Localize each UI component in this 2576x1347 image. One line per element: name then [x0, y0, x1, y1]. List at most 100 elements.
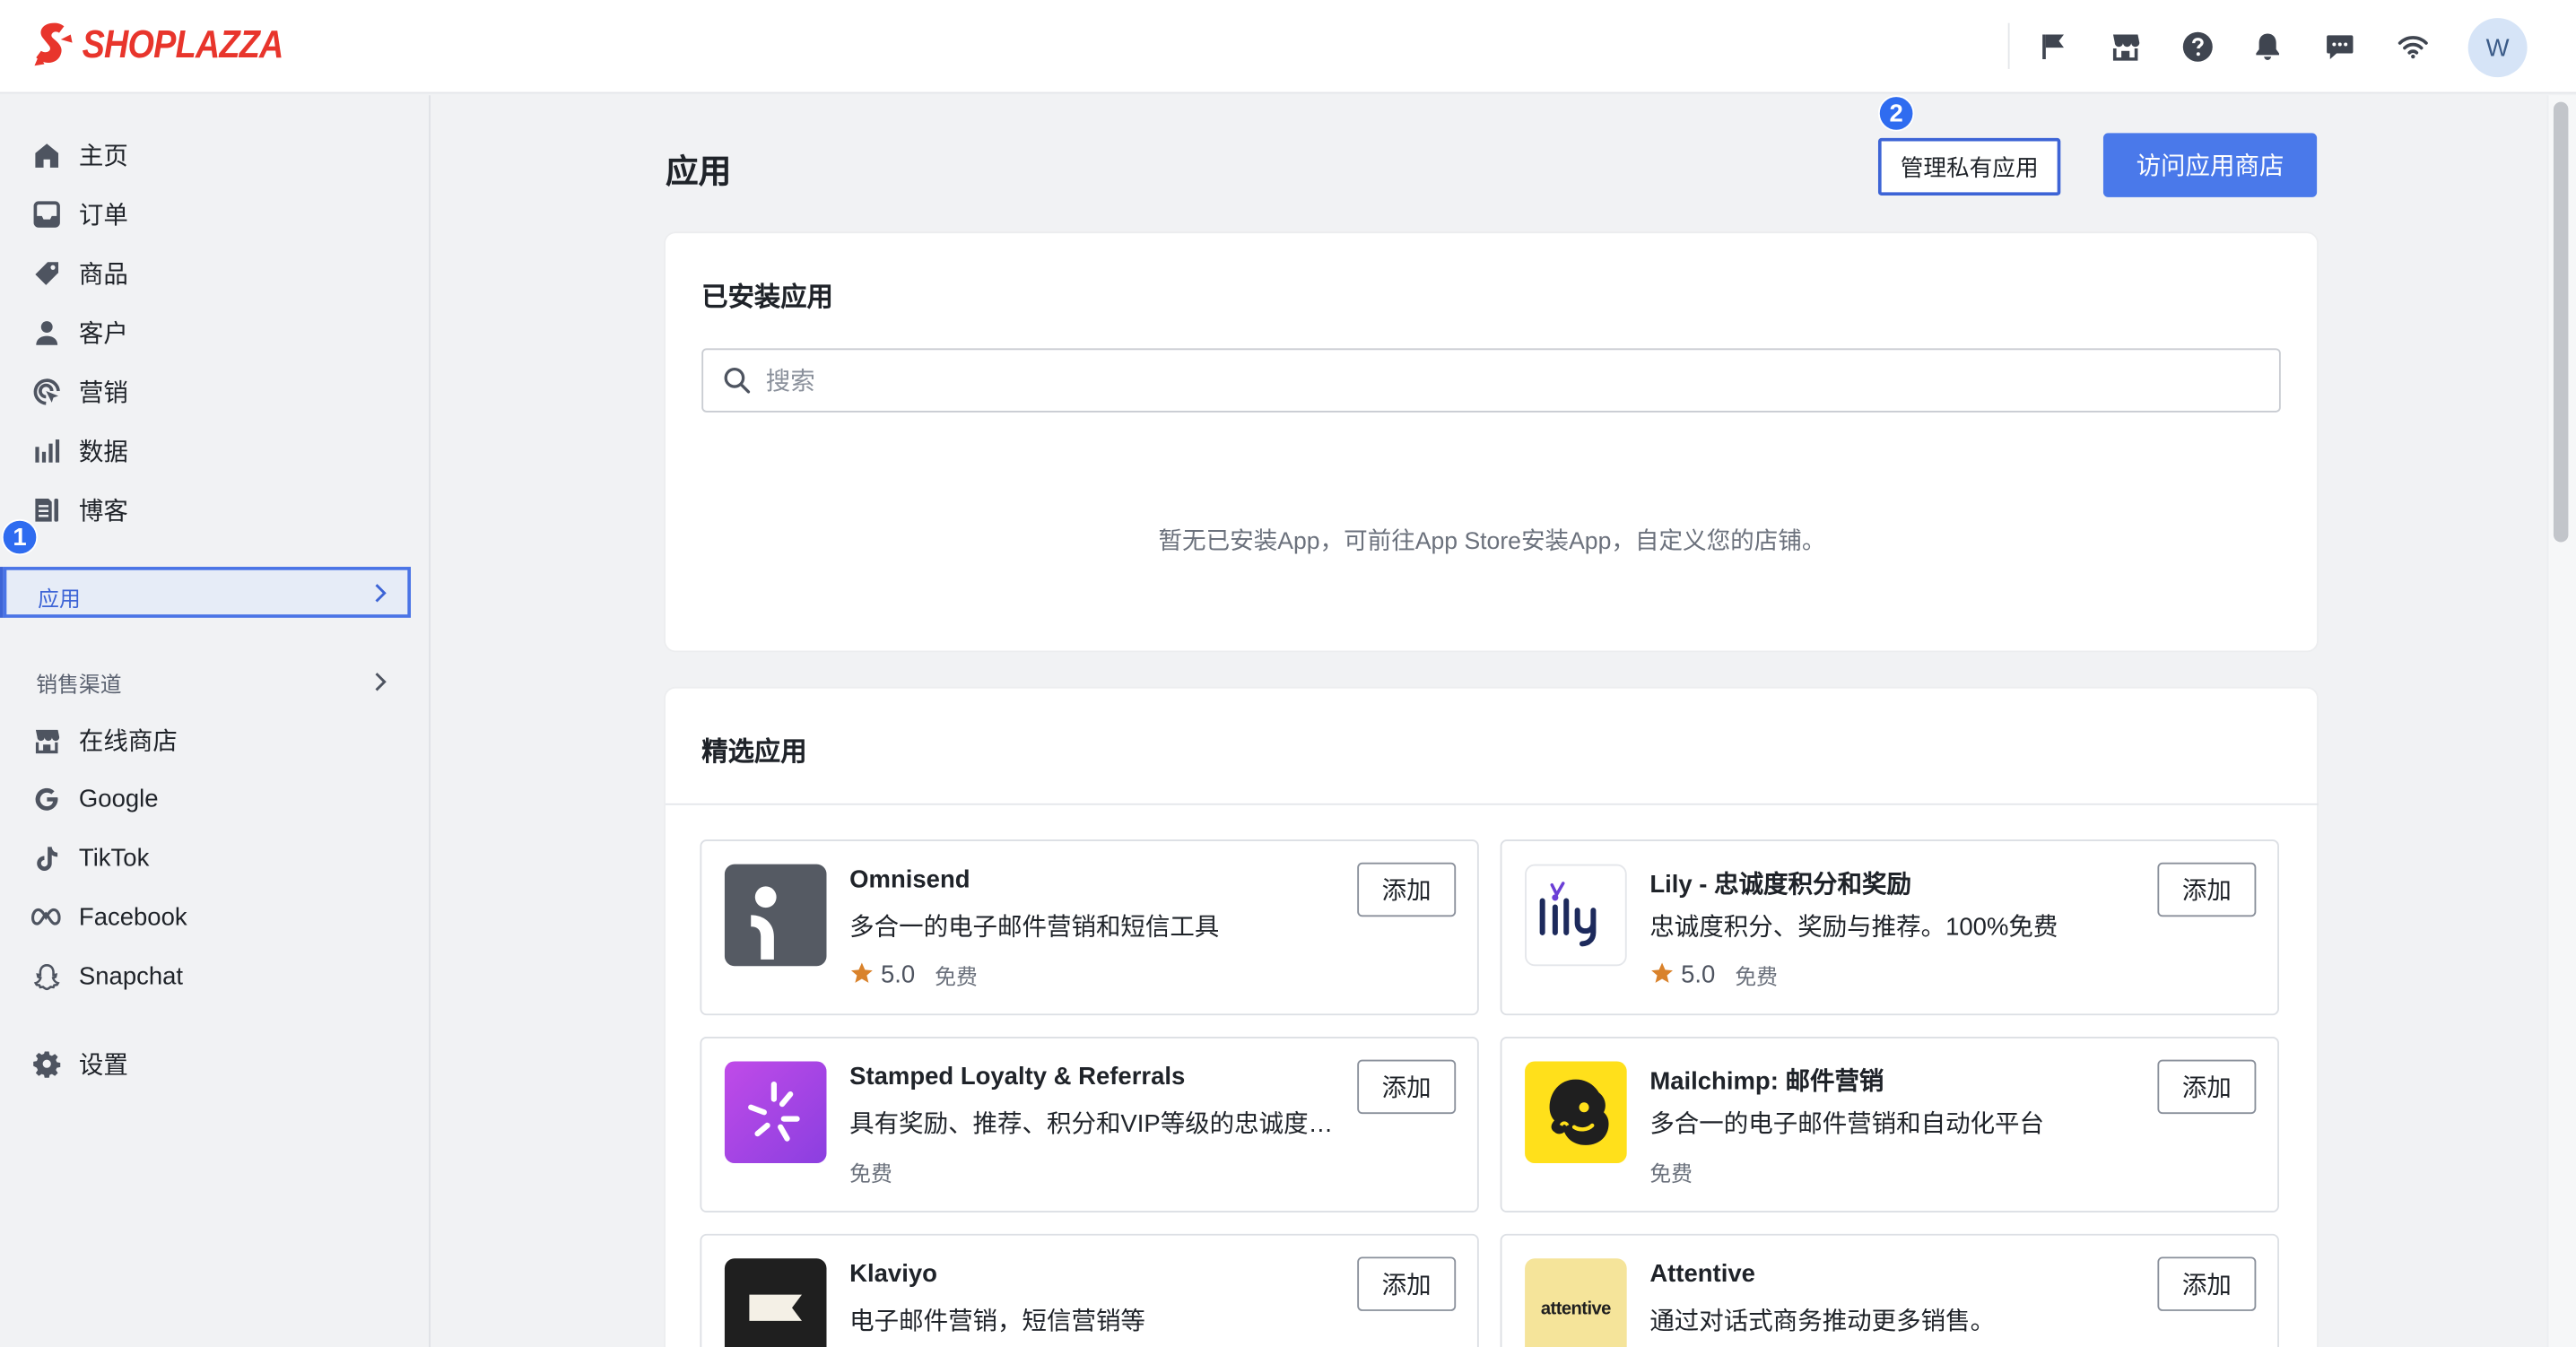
- app-description: 多合一的电子邮件营销和短信工具: [849, 913, 1220, 942]
- app-card-mailchimp[interactable]: Mailchimp: 邮件营销 多合一的电子邮件营销和自动化平台 免费 添加: [1500, 1036, 2279, 1213]
- app-name: Stamped Loyalty & Referrals: [849, 1063, 1186, 1091]
- sidebar-item-facebook[interactable]: Facebook: [0, 891, 431, 943]
- app-name: Attentive: [1649, 1260, 1755, 1289]
- add-app-button[interactable]: 添加: [1357, 1059, 1457, 1115]
- sidebar-item-blog[interactable]: 博客: [0, 483, 431, 536]
- sidebar-item-online-store[interactable]: 在线商店: [0, 713, 431, 766]
- sidebar-item-home[interactable]: 主页: [0, 128, 431, 181]
- app-meta: 5.0 免费: [1649, 960, 1778, 991]
- sidebar-item-label: Facebook: [78, 902, 187, 931]
- app-price: 免费: [849, 1161, 892, 1186]
- app-name: Klaviyo: [849, 1260, 937, 1289]
- empty-state-message: 暂无已安装App，可前往App Store安装App，自定义您的店铺。: [1158, 528, 1826, 556]
- wifi-icon[interactable]: [2394, 28, 2430, 64]
- app-meta: 免费: [1649, 1157, 1693, 1188]
- featured-apps-card: 精选应用 Omnisend 多合一的电子邮件营销和短信工具 5.0 免费 添加 …: [665, 688, 2319, 1347]
- inbox-icon: [31, 199, 61, 229]
- sidebar-item-label: 主页: [78, 142, 128, 170]
- add-app-button[interactable]: 添加: [1357, 1256, 1457, 1311]
- home-icon: [31, 140, 61, 169]
- top-bar: SHOPLAZZA W: [0, 0, 2576, 94]
- add-app-button[interactable]: 添加: [2157, 862, 2257, 917]
- add-app-button[interactable]: 添加: [1357, 862, 1457, 917]
- search-field[interactable]: [701, 348, 2281, 413]
- visit-app-store-button[interactable]: 访问应用商店: [2102, 133, 2318, 197]
- chevron-right-icon: [371, 582, 387, 613]
- sidebar-item-label: TikTok: [78, 843, 150, 872]
- star-icon: [1649, 960, 1674, 990]
- sidebar-item-products[interactable]: 商品: [0, 247, 431, 300]
- chat-icon[interactable]: [2322, 28, 2358, 64]
- search-icon: [723, 367, 751, 403]
- attentive-logo-icon: attentive: [1525, 1258, 1627, 1347]
- app-card-attentive[interactable]: attentive Attentive 通过对话式商务推动更多销售。 添加: [1500, 1233, 2279, 1347]
- sidebar-item-label: 博客: [78, 497, 128, 526]
- store-icon[interactable]: [2107, 28, 2143, 64]
- stamped-logo-icon: [724, 1061, 827, 1164]
- search-input[interactable]: [765, 362, 2245, 400]
- app-card-lily[interactable]: Lily - 忠诚度积分和奖励 忠诚度积分、奖励与推荐。100%免费 5.0 免…: [1500, 839, 2279, 1016]
- sidebar-item-tiktok[interactable]: TikTok: [0, 831, 431, 884]
- sidebar-item-label: 订单: [78, 201, 128, 230]
- sidebar-item-marketing[interactable]: 营销: [0, 365, 431, 418]
- sidebar-item-orders[interactable]: 订单: [0, 187, 431, 240]
- sidebar-item-label: 客户: [78, 319, 128, 348]
- shoplazza-logo-icon: [34, 22, 73, 66]
- page-title: 应用: [665, 154, 732, 191]
- tiktok-icon: [31, 843, 61, 873]
- tag-icon: [31, 258, 61, 288]
- bell-icon[interactable]: [2250, 28, 2285, 64]
- help-icon[interactable]: [2179, 28, 2215, 64]
- marketing-icon: [31, 377, 61, 406]
- sidebar-item-analytics[interactable]: 数据: [0, 424, 431, 477]
- sidebar-item-settings[interactable]: 设置: [0, 1037, 431, 1090]
- app-window: SHOPLAZZA W 主页 订单 商品 客户 营销 数据 博客 应用 1 销售…: [0, 0, 2576, 1347]
- star-icon: [849, 960, 874, 990]
- sidebar-item-apps[interactable]: 应用: [3, 567, 411, 618]
- sidebar-item-label: 营销: [78, 378, 128, 407]
- sidebar-item-label: 数据: [78, 438, 128, 466]
- topbar-divider: [2007, 22, 2010, 69]
- shoplazza-logo[interactable]: SHOPLAZZA: [33, 22, 316, 71]
- app-name: Lily - 忠诚度积分和奖励: [1649, 870, 1911, 899]
- installed-apps-card: 已安装应用 暂无已安装App，可前往App Store安装App，自定义您的店铺…: [665, 233, 2318, 651]
- app-rating: 5.0: [1681, 960, 1716, 989]
- app-card-stamped[interactable]: Stamped Loyalty & Referrals 具有奖励、推荐、积分和V…: [700, 1036, 1479, 1213]
- add-app-button[interactable]: 添加: [2157, 1256, 2257, 1311]
- sidebar-item-customers[interactable]: 客户: [0, 306, 431, 359]
- add-app-button[interactable]: 添加: [2157, 1059, 2257, 1115]
- card-divider: [665, 803, 2319, 805]
- app-description: 通过对话式商务推动更多销售。: [1649, 1308, 1996, 1336]
- installed-apps-title: 已安装应用: [701, 283, 833, 313]
- app-description: 忠诚度积分、奖励与推荐。100%免费: [1649, 913, 2058, 942]
- omnisend-logo-icon: [724, 864, 827, 967]
- blog-icon: [31, 494, 61, 524]
- app-price: 免费: [1735, 964, 1778, 989]
- sidebar-item-label: 在线商店: [78, 726, 178, 755]
- app-price: 免费: [935, 964, 978, 989]
- app-price: 免费: [1649, 1161, 1693, 1186]
- app-meta: 5.0 免费: [849, 960, 978, 991]
- flag-icon[interactable]: [2036, 28, 2072, 64]
- app-name: Omnisend: [849, 865, 970, 894]
- app-card-klaviyo[interactable]: Klaviyo 电子邮件营销，短信营销等 添加: [700, 1233, 1479, 1347]
- app-card-omnisend[interactable]: Omnisend 多合一的电子邮件营销和短信工具 5.0 免费 添加: [700, 839, 1479, 1016]
- sidebar-item-google[interactable]: Google: [0, 772, 431, 825]
- sidebar-item-label: 商品: [78, 260, 128, 289]
- sidebar: 主页 订单 商品 客户 营销 数据 博客 应用 1 销售渠道 在线商店 Goog…: [0, 95, 431, 1347]
- scrollbar-thumb[interactable]: [2553, 101, 2569, 543]
- brand-name: SHOPLAZZA: [82, 22, 284, 68]
- klaviyo-logo-icon: [724, 1258, 827, 1347]
- user-avatar[interactable]: W: [2467, 18, 2528, 78]
- sidebar-item-label: Google: [78, 784, 159, 813]
- app-description: 多合一的电子邮件营销和自动化平台: [1649, 1110, 2045, 1139]
- chevron-right-icon[interactable]: [371, 670, 387, 701]
- manage-private-apps-button[interactable]: 管理私有应用: [1877, 137, 2061, 196]
- featured-apps-title: 精选应用: [701, 739, 807, 768]
- sidebar-item-label: Snapchat: [78, 961, 184, 990]
- sidebar-item-label: 设置: [78, 1050, 128, 1079]
- app-name: Mailchimp: 邮件营销: [1649, 1067, 1884, 1096]
- store-icon: [31, 725, 61, 754]
- sidebar-item-snapchat[interactable]: Snapchat: [0, 950, 431, 1003]
- app-description: 电子邮件营销，短信营销等: [849, 1308, 1145, 1336]
